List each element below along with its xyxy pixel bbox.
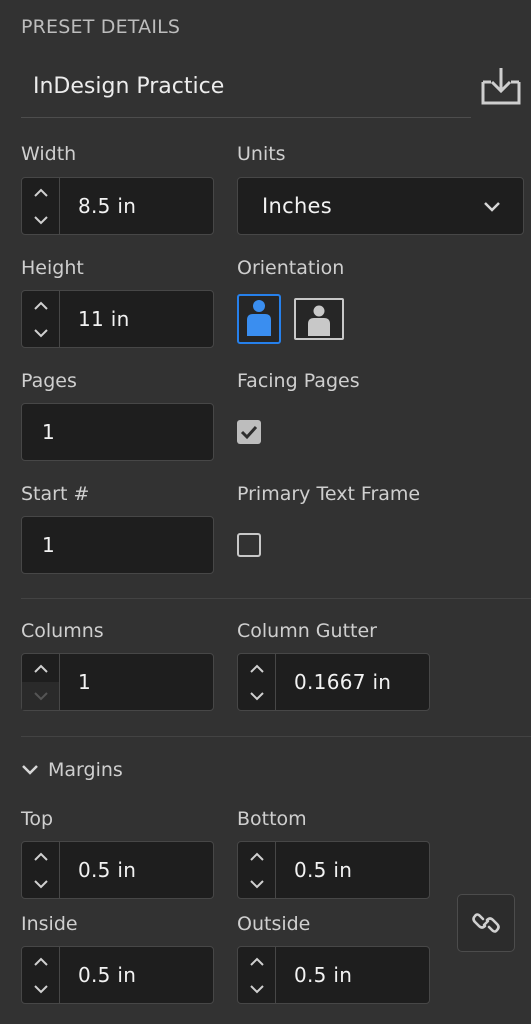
pages-field[interactable]: 1: [21, 403, 214, 461]
facing-pages-checkbox[interactable]: [237, 420, 261, 444]
portrait-button[interactable]: [237, 294, 281, 344]
bottom-margin-field[interactable]: 0.5 in: [237, 841, 430, 899]
top-margin-value: 0.5 in: [78, 858, 137, 882]
chevron-down-icon: [484, 202, 500, 212]
margins-toggle[interactable]: Margins: [21, 759, 123, 781]
units-select[interactable]: Inches: [237, 177, 524, 235]
link-icon: [472, 913, 500, 933]
units-value: Inches: [262, 194, 333, 218]
start-label: Start #: [21, 483, 90, 505]
width-stepper[interactable]: [22, 178, 60, 234]
landscape-icon: [308, 305, 330, 336]
column-gutter-stepper[interactable]: [238, 654, 276, 710]
top-margin-stepper[interactable]: [22, 842, 60, 898]
chevron-down-icon[interactable]: [238, 975, 275, 1003]
units-label: Units: [237, 143, 286, 165]
column-gutter-label: Column Gutter: [237, 620, 377, 642]
checkmark-icon: [240, 425, 258, 440]
chevron-up-icon[interactable]: [22, 654, 59, 682]
facing-pages-label: Facing Pages: [237, 370, 360, 392]
outside-margin-field[interactable]: 0.5 in: [237, 946, 430, 1004]
inside-margin-label: Inside: [21, 913, 78, 935]
save-preset-icon[interactable]: [480, 66, 522, 106]
preset-name-field[interactable]: InDesign Practice: [33, 74, 224, 99]
chevron-up-icon[interactable]: [22, 291, 59, 319]
chevron-down-icon[interactable]: [22, 319, 59, 347]
orientation-label: Orientation: [237, 257, 345, 279]
inside-margin-stepper[interactable]: [22, 947, 60, 1003]
column-gutter-value: 0.1667 in: [294, 670, 392, 694]
height-field[interactable]: 11 in: [21, 290, 214, 348]
width-field[interactable]: 8.5 in: [21, 177, 214, 235]
columns-stepper[interactable]: [22, 654, 60, 710]
columns-value: 1: [78, 670, 92, 694]
columns-field[interactable]: 1: [21, 653, 214, 711]
chevron-down-icon[interactable]: [22, 870, 59, 898]
chevron-up-icon[interactable]: [22, 842, 59, 870]
margins-label: Margins: [48, 759, 123, 781]
bottom-margin-value: 0.5 in: [294, 858, 353, 882]
outside-margin-value: 0.5 in: [294, 963, 353, 987]
height-label: Height: [21, 257, 84, 279]
width-label: Width: [21, 143, 77, 165]
chevron-up-icon[interactable]: [238, 947, 275, 975]
divider: [21, 598, 531, 599]
columns-label: Columns: [21, 620, 104, 642]
inside-margin-field[interactable]: 0.5 in: [21, 946, 214, 1004]
chevron-up-icon[interactable]: [22, 947, 59, 975]
bottom-margin-label: Bottom: [237, 808, 307, 830]
chevron-down-icon: [22, 682, 59, 710]
pages-label: Pages: [21, 370, 77, 392]
inside-margin-value: 0.5 in: [78, 963, 137, 987]
top-margin-field[interactable]: 0.5 in: [21, 841, 214, 899]
chevron-down-icon: [22, 765, 38, 775]
outside-margin-label: Outside: [237, 913, 311, 935]
height-value: 11 in: [78, 307, 130, 331]
link-margins-button[interactable]: [457, 894, 515, 952]
chevron-down-icon[interactable]: [238, 682, 275, 710]
bottom-margin-stepper[interactable]: [238, 842, 276, 898]
pages-value: 1: [42, 420, 56, 444]
primary-text-frame-checkbox[interactable]: [237, 533, 261, 557]
chevron-up-icon[interactable]: [22, 178, 59, 206]
start-field[interactable]: 1: [21, 516, 214, 574]
chevron-down-icon[interactable]: [238, 870, 275, 898]
primary-text-frame-label: Primary Text Frame: [237, 483, 421, 505]
divider: [21, 736, 531, 737]
chevron-down-icon[interactable]: [22, 975, 59, 1003]
top-margin-label: Top: [21, 808, 54, 830]
outside-margin-stepper[interactable]: [238, 947, 276, 1003]
chevron-up-icon[interactable]: [238, 654, 275, 682]
portrait-icon: [247, 300, 271, 336]
column-gutter-field[interactable]: 0.1667 in: [237, 653, 430, 711]
chevron-down-icon[interactable]: [22, 206, 59, 234]
start-value: 1: [42, 533, 56, 557]
landscape-button[interactable]: [294, 298, 344, 340]
width-value: 8.5 in: [78, 194, 137, 218]
height-stepper[interactable]: [22, 291, 60, 347]
section-title: PRESET DETAILS: [21, 16, 181, 38]
preset-name-underline: [21, 117, 471, 118]
chevron-up-icon[interactable]: [238, 842, 275, 870]
